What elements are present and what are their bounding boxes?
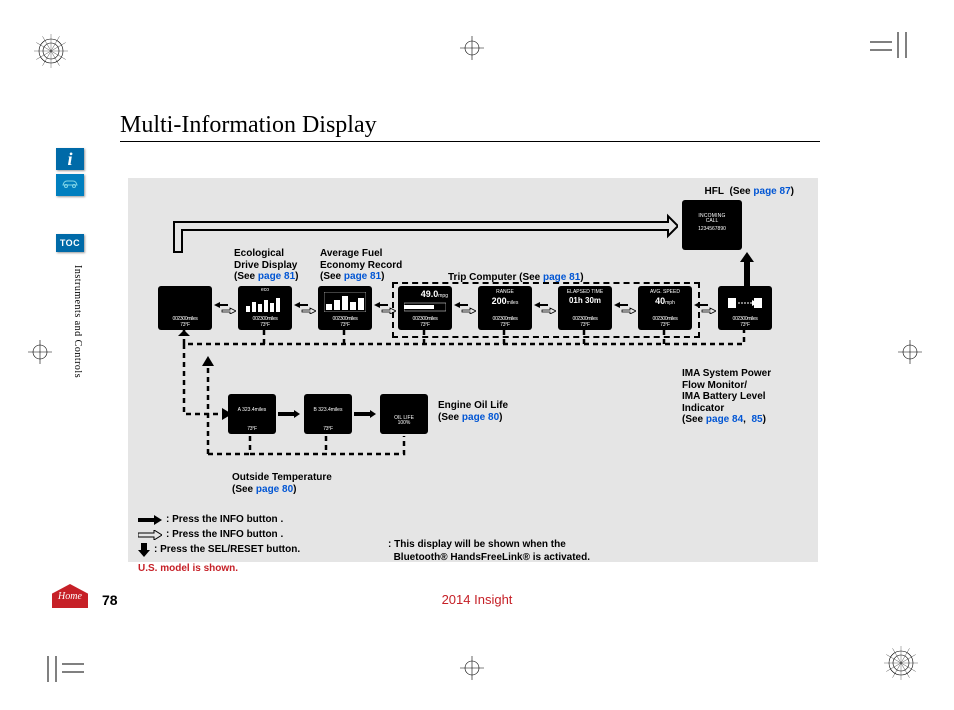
tab-toc[interactable]: TOC [56, 234, 84, 252]
tile-avg-fuel: 002300miles73°F [318, 286, 372, 330]
label-ima: IMA System Power Flow Monitor/ IMA Batte… [682, 368, 802, 426]
arrow-outline-icon [138, 530, 162, 540]
crop-mark-top-right [870, 32, 910, 72]
label-outside-temp: Outside Temperature (See page 80) [232, 472, 332, 495]
bluetooth-note: : This display will be shown when the Bl… [388, 538, 590, 564]
registration-mark-top-center [460, 36, 484, 60]
car-icon [60, 176, 80, 194]
link-page-80-oil[interactable]: page 80 [462, 412, 499, 423]
hfl-line2: CALL [686, 219, 738, 224]
legend-info-outline: : Press the INFO button . [166, 527, 283, 542]
hfl-line3: 1234567890 [686, 227, 738, 232]
tile-eco: eco 002300miles73°F [238, 286, 292, 330]
label-oil: Engine Oil Life (See page 80) [438, 400, 508, 423]
link-page-85[interactable]: 85 [752, 414, 763, 425]
registration-mark-right-center [898, 340, 922, 364]
link-page-87[interactable]: page 87 [753, 186, 790, 197]
dashed-path-bottom [178, 330, 438, 470]
arrow-filled-icon [138, 515, 162, 525]
label-hfl: HFL (See page 87) [704, 186, 794, 198]
nav-arrows-2 [294, 302, 316, 314]
link-page-81-eco[interactable]: page 81 [258, 271, 295, 282]
arrow-down-icon [138, 543, 150, 557]
page-title: Multi-Information Display [120, 112, 820, 142]
registration-mark-bottom-center [460, 656, 484, 680]
tile-ima: 002300miles73°F [718, 286, 772, 330]
legend-sel-reset: : Press the SEL/RESET button. [154, 542, 300, 557]
info-icon: i [67, 149, 72, 170]
vehicle-label: 2014 Insight [0, 592, 954, 607]
us-model-note: U.S. model is shown. [138, 561, 300, 576]
label-avg-fuel: Average Fuel Economy Record (See page 81… [320, 248, 402, 283]
legend-info-filled: : Press the INFO button . [166, 512, 283, 527]
link-page-80-temp[interactable]: page 80 [256, 484, 293, 495]
registration-mark-bottom-right [884, 646, 918, 680]
label-ecological: Ecological Drive Display (See page 81) [234, 248, 299, 283]
nav-arrows-1 [214, 302, 236, 314]
link-page-84[interactable]: page 84 [706, 414, 743, 425]
link-page-81-avg[interactable]: page 81 [344, 271, 381, 282]
registration-mark-left-center [28, 340, 52, 364]
diagram-panel: HFL (See page 87) INCOMING CALL 12345678… [128, 178, 818, 562]
arrow-ima-to-hfl [740, 252, 754, 286]
registration-mark-top-left [34, 34, 68, 68]
tab-vehicle[interactable] [56, 174, 84, 196]
toc-label: TOC [60, 238, 80, 248]
legend: : Press the INFO button . : Press the IN… [138, 512, 300, 576]
tile-hfl: INCOMING CALL 1234567890 [682, 200, 742, 250]
crop-mark-bottom-left [44, 642, 84, 682]
tab-info[interactable]: i [56, 148, 84, 170]
tile-main: 002300miles73°F [158, 286, 212, 330]
section-name-vertical: Instruments and Controls [72, 265, 83, 378]
